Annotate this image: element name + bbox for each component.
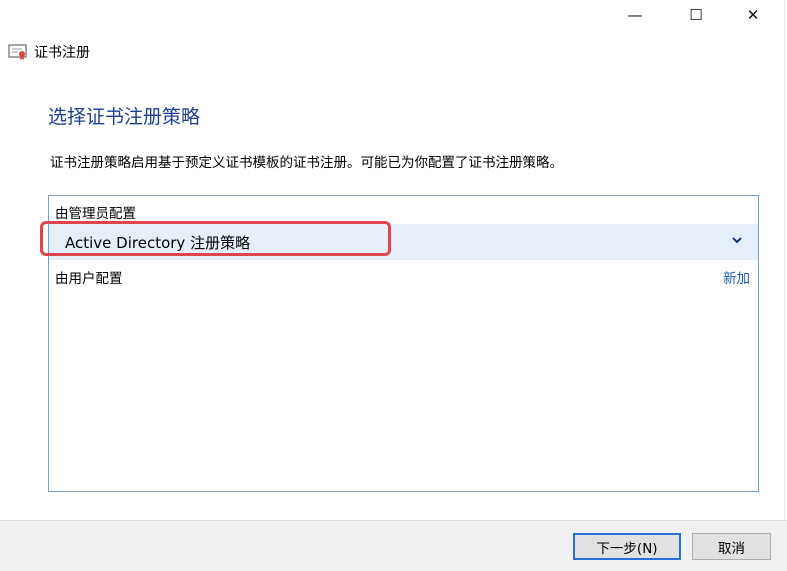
admin-group-label: 由管理员配置 — [55, 206, 136, 222]
add-policy-link[interactable]: 新加 — [723, 267, 750, 287]
highlight-annotation — [40, 221, 391, 256]
minimize-button[interactable]: — — [612, 0, 658, 30]
app-header: 证书注册 — [8, 40, 90, 64]
close-button[interactable]: ✕ — [730, 0, 776, 30]
window-title: 证书注册 — [34, 45, 90, 61]
maximize-button[interactable]: ☐ — [673, 0, 719, 30]
certificate-icon — [8, 43, 28, 61]
footer-bar: 下一步(N) 取消 — [0, 520, 787, 571]
page-description: 证书注册策略启用基于预定义证书模板的证书注册。可能已为你配置了证书注册策略。 — [50, 155, 563, 171]
user-group-label: 由用户配置 — [55, 271, 123, 287]
window-edge — [784, 0, 785, 520]
cancel-button[interactable]: 取消 — [692, 533, 771, 560]
title-bar: — ☐ ✕ — [0, 0, 787, 32]
chevron-down-icon[interactable] — [730, 232, 744, 246]
page-heading: 选择证书注册策略 — [48, 106, 201, 128]
next-button[interactable]: 下一步(N) — [573, 533, 681, 560]
